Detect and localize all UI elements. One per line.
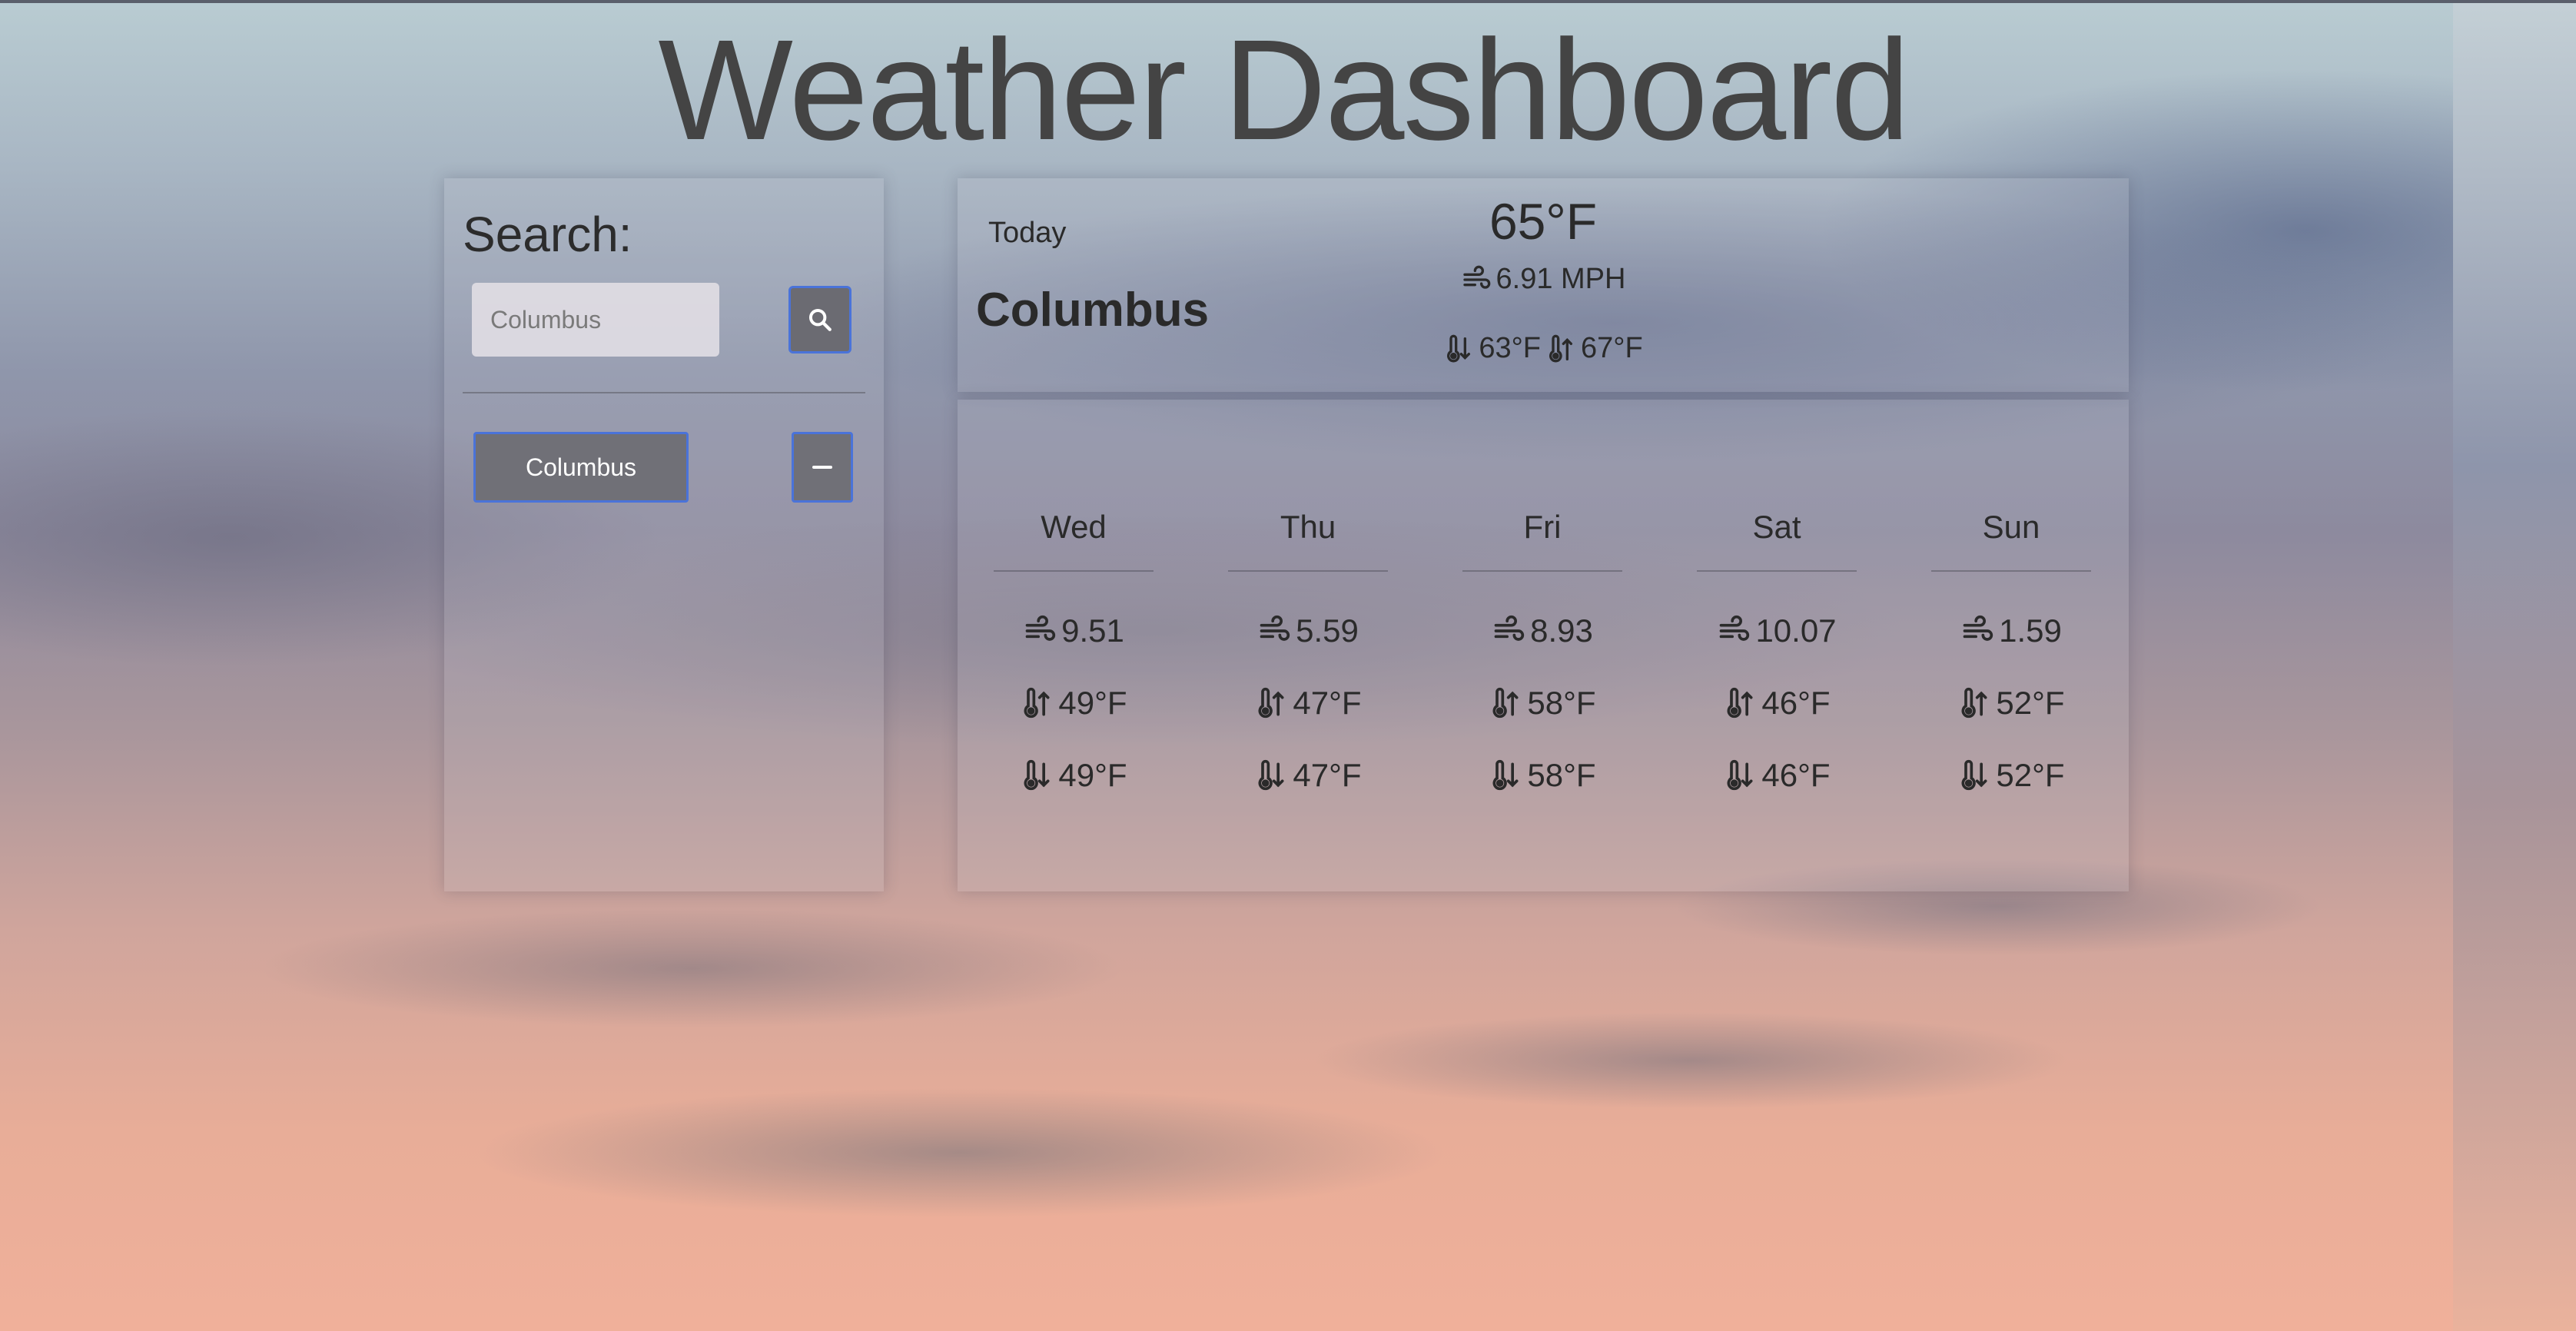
- forecast-low-value: 46°F: [1761, 757, 1831, 793]
- forecast-wind-value: 10.07: [1755, 612, 1837, 649]
- current-city-name: Columbus: [976, 284, 1210, 337]
- current-wind: 6.91 MPH: [1351, 263, 1735, 296]
- thermometer-high-icon: [1254, 686, 1288, 720]
- forecast-day-name: Fri: [1523, 509, 1562, 545]
- search-divider: [463, 392, 865, 393]
- minus-icon: [812, 466, 832, 469]
- forecast-wind: 1.59: [1930, 595, 2092, 667]
- thermometer-low-icon: [1957, 758, 1991, 792]
- forecast-high-value: 52°F: [1996, 685, 2065, 721]
- forecast-panel: Wed 9.51 49°F 49°F Thu 5.59 47°F 47°F Fr…: [958, 400, 2129, 891]
- forecast-low: 52°F: [1930, 739, 2092, 812]
- thermometer-high-icon: [1489, 686, 1522, 720]
- forecast-high-value: 58°F: [1527, 685, 1596, 721]
- forecast-day: Sat 10.07 46°F 46°F: [1696, 500, 1857, 812]
- forecast-low-value: 49°F: [1058, 757, 1127, 793]
- forecast-low-value: 47°F: [1293, 757, 1362, 793]
- wind-icon: [1717, 614, 1751, 648]
- forecast-wind-value: 5.59: [1296, 612, 1359, 649]
- thermometer-high-icon: [1020, 686, 1054, 720]
- forecast-high: 46°F: [1696, 667, 1857, 739]
- wind-icon: [1257, 614, 1291, 648]
- forecast-high: 58°F: [1462, 667, 1623, 739]
- forecast-high: 49°F: [993, 667, 1154, 739]
- remove-city-button[interactable]: [792, 432, 853, 503]
- forecast-high: 47°F: [1227, 667, 1389, 739]
- current-wind-value: 6.91 MPH: [1495, 263, 1626, 295]
- thermometer-low-icon: [1020, 758, 1054, 792]
- forecast-wind-value: 9.51: [1061, 612, 1124, 649]
- thermometer-high-icon: [1957, 686, 1991, 720]
- current-low-high: 63°F 67°F: [1351, 332, 1735, 365]
- search-heading: Search:: [463, 207, 632, 262]
- forecast-day-name: Thu: [1280, 509, 1336, 545]
- forecast-divider: [1931, 570, 2091, 572]
- forecast-low: 46°F: [1696, 739, 1857, 812]
- forecast-low: 49°F: [993, 739, 1154, 812]
- forecast-low: 58°F: [1462, 739, 1623, 812]
- sky-background-edge: [2453, 0, 2576, 1331]
- page-title: Weather Dashboard: [658, 11, 1910, 170]
- thermometer-low-icon: [1723, 758, 1757, 792]
- forecast-wind-value: 1.59: [1999, 612, 2062, 649]
- search-button[interactable]: [788, 286, 851, 353]
- top-border: [0, 0, 2576, 3]
- forecast-divider: [1462, 570, 1622, 572]
- forecast-high-value: 46°F: [1761, 685, 1831, 721]
- forecast-high-value: 49°F: [1058, 685, 1127, 721]
- forecast-day-name: Sat: [1752, 509, 1801, 545]
- forecast-high: 52°F: [1930, 667, 2092, 739]
- forecast-divider: [1228, 570, 1388, 572]
- forecast-wind: 10.07: [1696, 595, 1857, 667]
- current-temperature: 65°F: [1489, 193, 1598, 250]
- forecast-day-name: Sun: [1982, 509, 2040, 545]
- forecast-day-name: Wed: [1041, 509, 1107, 545]
- forecast-divider: [994, 570, 1154, 572]
- search-input[interactable]: [472, 283, 719, 357]
- forecast-wind: 5.59: [1227, 595, 1389, 667]
- forecast-wind-value: 8.93: [1530, 612, 1593, 649]
- wind-icon: [1960, 614, 1994, 648]
- wind-icon: [1492, 614, 1525, 648]
- history-city-button[interactable]: Columbus: [473, 432, 689, 503]
- forecast-wind: 8.93: [1462, 595, 1623, 667]
- current-low-value: 63°F: [1479, 332, 1541, 364]
- forecast-day: Wed 9.51 49°F 49°F: [993, 500, 1154, 812]
- thermometer-high-icon: [1723, 686, 1757, 720]
- current-weather-panel: Today Columbus 65°F 6.91 MPH 63°F 67°F: [958, 178, 2129, 392]
- forecast-day: Sun 1.59 52°F 52°F: [1930, 500, 2092, 812]
- wind-icon: [1023, 614, 1057, 648]
- forecast-day: Fri 8.93 58°F 58°F: [1462, 500, 1623, 812]
- forecast-wind: 9.51: [993, 595, 1154, 667]
- forecast-divider: [1697, 570, 1857, 572]
- forecast-low-value: 58°F: [1527, 757, 1596, 793]
- thermometer-low-icon: [1443, 334, 1474, 364]
- forecast-high-value: 47°F: [1293, 685, 1362, 721]
- wind-icon: [1461, 264, 1492, 295]
- forecast-low: 47°F: [1227, 739, 1389, 812]
- search-icon: [807, 307, 833, 333]
- forecast-day: Thu 5.59 47°F 47°F: [1227, 500, 1389, 812]
- forecast-low-value: 52°F: [1996, 757, 2065, 793]
- thermometer-low-icon: [1254, 758, 1288, 792]
- today-label: Today: [988, 217, 1067, 249]
- current-high-value: 67°F: [1581, 332, 1643, 364]
- search-panel: Search: Columbus: [444, 178, 884, 891]
- thermometer-high-icon: [1545, 334, 1576, 364]
- thermometer-low-icon: [1489, 758, 1522, 792]
